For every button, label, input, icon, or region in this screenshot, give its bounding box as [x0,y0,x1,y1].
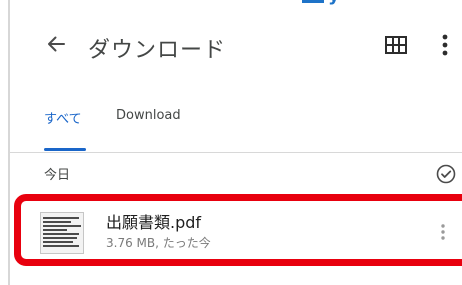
page-title: ダウンロード [88,38,227,63]
tab-divider [10,152,462,153]
more-vert-icon[interactable] [438,222,448,242]
tab-all[interactable]: すべて [44,108,82,127]
cropped-top-text: y [300,0,356,6]
tab-download[interactable]: Download [116,108,181,123]
file-row[interactable]: 出願書類.pdf 3.76 MB, たった今 [18,196,462,260]
app-bar: ダウンロード [0,22,462,70]
cropped-top-letter: y [328,0,340,5]
file-meta: 3.76 MB, たった今 [106,236,211,250]
cropped-top-bar [302,0,324,3]
tab-bar: すべて Download [0,100,462,151]
tab-indicator [44,148,86,151]
back-arrow-icon[interactable] [44,32,68,56]
document-thumbnail [40,212,84,254]
more-vert-icon[interactable] [438,32,452,58]
file-name: 出願書類.pdf [106,213,202,232]
section-label-today: 今日 [44,168,71,183]
check-circle-icon[interactable] [436,164,456,184]
grid-view-icon[interactable] [385,36,407,54]
